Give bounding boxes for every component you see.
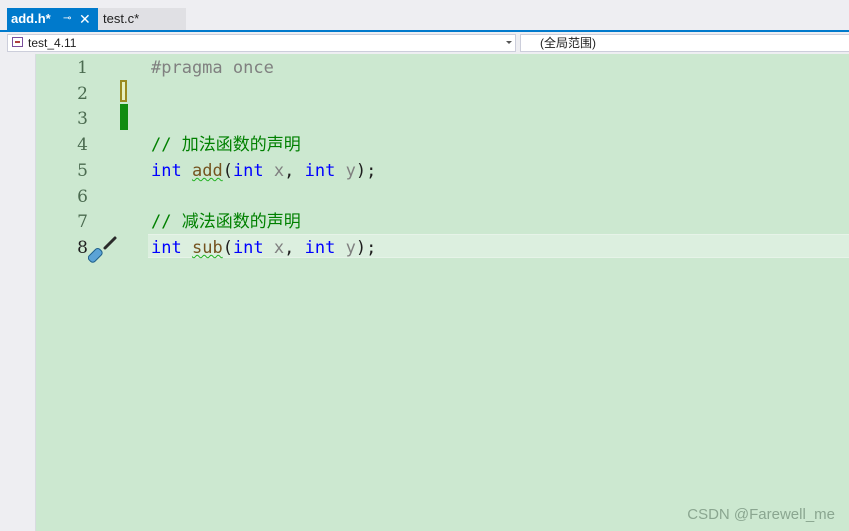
return-type-keyword: int bbox=[151, 161, 182, 181]
punctuation: ( bbox=[222, 238, 233, 258]
code-editor[interactable]: 1 2 3 4 5 6 7 8 #pragma once // 加法函数的声明 … bbox=[0, 54, 849, 531]
line-number: 8 bbox=[77, 238, 88, 258]
line-number: 6 bbox=[77, 187, 88, 207]
param-name: x bbox=[273, 161, 285, 181]
tab-label: add.h* bbox=[11, 11, 51, 26]
chevron-down-icon[interactable] bbox=[506, 41, 512, 44]
code-line-4: // 加法函数的声明 bbox=[151, 133, 301, 157]
function-name: sub bbox=[191, 238, 223, 258]
document-tab-strip: add.h* ⊸ ✕ test.c* bbox=[0, 0, 849, 32]
tab-test-c[interactable]: test.c* bbox=[98, 8, 186, 30]
scope-dropdown[interactable]: (全局范围) bbox=[520, 34, 849, 52]
change-marker-unsaved bbox=[120, 104, 128, 130]
line-number: 1 bbox=[77, 58, 88, 78]
code-line-1: #pragma once bbox=[151, 56, 274, 80]
function-name: add bbox=[191, 161, 223, 181]
comment: // 减法函数的声明 bbox=[151, 212, 301, 232]
param-type-keyword: int bbox=[232, 238, 264, 258]
punctuation: ); bbox=[355, 238, 377, 258]
line-number: 2 bbox=[77, 84, 88, 104]
pin-icon[interactable]: ⊸ bbox=[63, 8, 71, 30]
close-icon[interactable]: ✕ bbox=[79, 8, 91, 30]
punctuation: ); bbox=[355, 161, 377, 181]
tab-add-h[interactable]: add.h* ⊸ ✕ bbox=[7, 8, 98, 32]
code-line-8: int sub(int x, int y); bbox=[151, 236, 376, 260]
param-name: x bbox=[273, 238, 285, 258]
project-dropdown[interactable]: test_4.11 bbox=[7, 34, 516, 52]
comment: // 加法函数的声明 bbox=[151, 135, 301, 155]
code-line-5: int add(int x, int y); bbox=[151, 159, 376, 183]
scope-label: (全局范围) bbox=[540, 36, 596, 50]
tab-label: test.c* bbox=[103, 11, 140, 26]
punctuation: ( bbox=[222, 161, 233, 181]
punctuation: , bbox=[284, 161, 305, 181]
project-icon bbox=[12, 37, 23, 47]
param-name: y bbox=[345, 238, 356, 258]
param-type-keyword: int bbox=[304, 161, 336, 181]
line-number: 5 bbox=[77, 161, 88, 181]
line-number: 7 bbox=[77, 212, 88, 232]
return-type-keyword: int bbox=[151, 238, 182, 258]
param-type-keyword: int bbox=[232, 161, 264, 181]
param-name: y bbox=[345, 161, 356, 181]
change-marker-saved bbox=[120, 80, 127, 102]
punctuation: , bbox=[284, 238, 305, 258]
preprocessor-directive: #pragma once bbox=[151, 58, 274, 78]
line-number: 4 bbox=[77, 135, 88, 155]
project-name: test_4.11 bbox=[28, 36, 77, 50]
code-line-7: // 减法函数的声明 bbox=[151, 210, 301, 234]
quick-actions-screwdriver-icon[interactable] bbox=[88, 235, 118, 265]
line-number: 3 bbox=[77, 109, 88, 129]
watermark: CSDN @Farewell_me bbox=[687, 506, 835, 523]
param-type-keyword: int bbox=[304, 238, 336, 258]
navigation-bar: test_4.11 (全局范围) bbox=[0, 32, 849, 54]
glyph-margin bbox=[0, 54, 36, 531]
